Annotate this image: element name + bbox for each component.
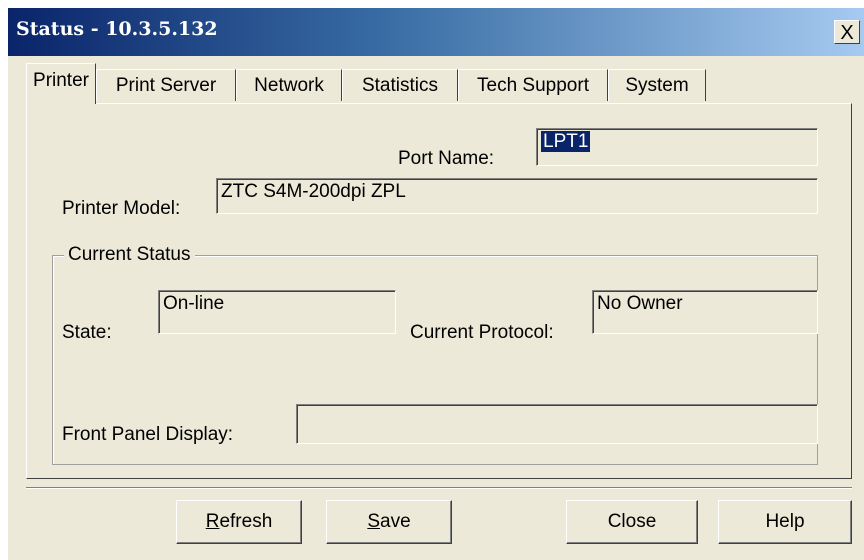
port-name-field[interactable]: LPT1	[536, 128, 818, 166]
button-separator	[26, 487, 852, 489]
port-name-label: Port Name:	[398, 148, 495, 169]
state-field[interactable]: On-line	[158, 290, 396, 334]
save-label: ave	[380, 511, 411, 532]
front-panel-label: Front Panel Display:	[62, 424, 234, 445]
save-button[interactable]: Save	[326, 500, 452, 544]
window-title: Status - 10.3.5.132	[16, 18, 218, 40]
current-status-title: Current Status	[64, 244, 195, 266]
printer-model-label: Printer Model:	[62, 198, 181, 219]
help-button[interactable]: Help	[718, 500, 852, 544]
tab-network[interactable]: Network	[236, 69, 342, 101]
port-name-value: LPT1	[541, 131, 591, 152]
tab-tech-support[interactable]: Tech Support	[458, 69, 608, 101]
printer-model-field[interactable]: ZTC S4M-200dpi ZPL	[216, 178, 818, 214]
tab-print-server[interactable]: Print Server	[96, 69, 236, 101]
front-panel-field[interactable]	[296, 404, 818, 444]
state-label: State:	[62, 322, 112, 343]
tab-printer[interactable]: Printer	[26, 63, 96, 104]
refresh-button[interactable]: Refresh	[176, 500, 302, 544]
close-button[interactable]: Close	[566, 500, 698, 544]
current-protocol-label: Current Protocol:	[410, 322, 554, 343]
save-accel: S	[367, 511, 381, 532]
refresh-label: efresh	[219, 511, 273, 532]
close-icon[interactable]: X	[834, 20, 860, 44]
title-bar[interactable]: Status - 10.3.5.132 X	[8, 8, 864, 56]
tab-statistics[interactable]: Statistics	[342, 69, 458, 101]
tab-system[interactable]: System	[608, 69, 706, 101]
current-protocol-field[interactable]: No Owner	[592, 290, 818, 334]
refresh-accel: R	[205, 511, 220, 532]
